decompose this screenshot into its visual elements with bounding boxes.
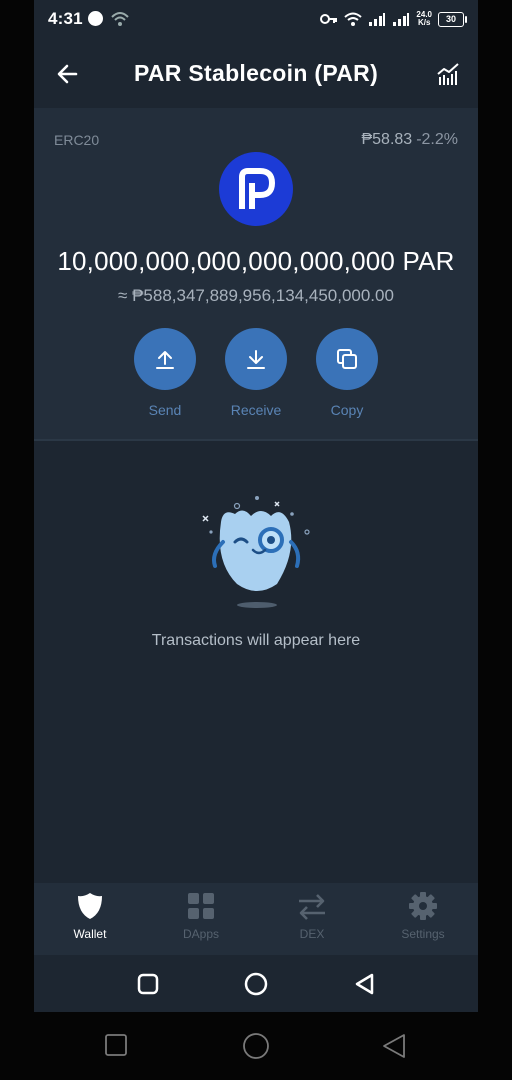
network-label: ERC20: [54, 132, 100, 148]
nav-dapps[interactable]: DApps: [161, 891, 241, 941]
device-back-icon[interactable]: [380, 1032, 406, 1058]
action-buttons: Send Receive Copy: [134, 328, 378, 418]
header: PAR Stablecoin (PAR): [34, 38, 478, 108]
price-value: ₱58.83: [361, 131, 413, 148]
send-label: Send: [148, 402, 182, 418]
status-time: 4:31: [48, 9, 83, 28]
monocle-ghost-illustration: [197, 492, 317, 612]
nav-dex[interactable]: DEX: [272, 891, 352, 941]
device-recents-icon[interactable]: [103, 1032, 129, 1058]
send-button[interactable]: Send: [134, 328, 196, 418]
app-screen: 4:31 24.0 K/s 30 PAR Stablecoin (PAR) ER…: [34, 0, 478, 1012]
nav-dex-label: DEX: [299, 927, 325, 941]
bottom-nav: Wallet DApps DEX Settings: [34, 883, 478, 955]
price-change: -2.2%: [416, 131, 458, 148]
nav-wallet[interactable]: Wallet: [50, 891, 130, 941]
notification-dot-icon: [88, 11, 103, 26]
grid-icon: [188, 893, 214, 919]
nav-settings[interactable]: Settings: [383, 891, 463, 941]
wifi-icon: [344, 12, 363, 26]
nav-settings-label: Settings: [401, 927, 445, 941]
nav-wallet-label: Wallet: [73, 927, 107, 941]
back-arrow-icon[interactable]: [54, 60, 82, 88]
system-nav-bar: [34, 955, 478, 1012]
status-icons: 24.0 K/s 30: [320, 8, 467, 30]
page-title: PAR Stablecoin (PAR): [133, 60, 379, 86]
gear-icon: [409, 892, 437, 920]
battery-icon: 30: [438, 11, 467, 27]
shield-icon: [78, 893, 102, 919]
swap-arrows-icon: [299, 894, 325, 920]
device-home-icon[interactable]: [242, 1032, 269, 1059]
divider: [34, 439, 478, 441]
nav-dapps-label: DApps: [182, 927, 220, 941]
download-arrow-icon: [225, 328, 287, 390]
key-icon: [320, 14, 338, 24]
copy-label: Copy: [330, 402, 364, 418]
chart-icon[interactable]: [436, 62, 460, 86]
device-nav-bar: [0, 1012, 512, 1080]
receive-button[interactable]: Receive: [225, 328, 287, 418]
token-balance: 10,000,000,000,000,000,000 PAR: [57, 246, 455, 276]
par-logo-icon: [219, 152, 293, 226]
signal-icon-2: [393, 13, 410, 26]
signal-icon: [369, 13, 386, 26]
price-info: ₱58.83 -2.2%: [361, 131, 458, 149]
token-summary: ERC20 ₱58.83 -2.2% 10,000,000,000,000,000…: [34, 108, 478, 440]
back-triangle-icon[interactable]: [352, 971, 378, 997]
copy-icon: [316, 328, 378, 390]
copy-button[interactable]: Copy: [316, 328, 378, 418]
wifi-hotspot-icon: [110, 9, 130, 29]
status-bar: 4:31 24.0 K/s 30: [34, 0, 478, 38]
network-speed: 24.0 K/s: [416, 10, 432, 27]
receive-label: Receive: [230, 402, 282, 418]
empty-state-message: Transactions will appear here: [151, 632, 361, 649]
home-circle-icon[interactable]: [243, 971, 269, 997]
fiat-balance: ≈ ₱588,347,889,956,134,450,000.00: [118, 286, 394, 305]
upload-arrow-icon: [134, 328, 196, 390]
recents-square-icon[interactable]: [135, 971, 161, 997]
